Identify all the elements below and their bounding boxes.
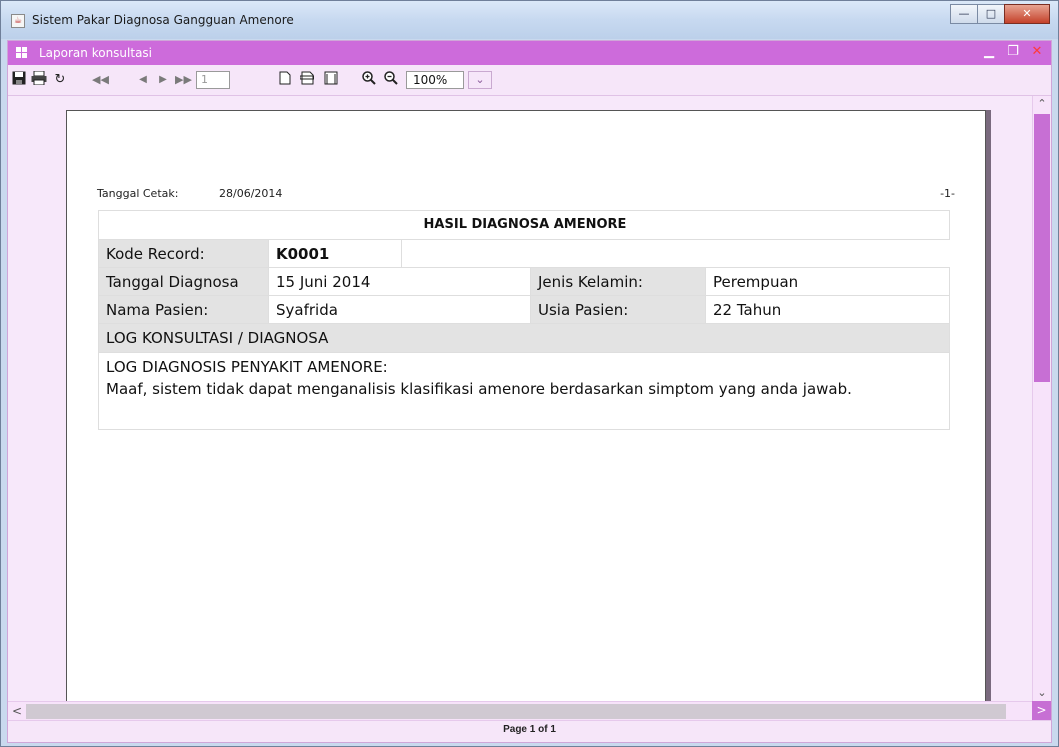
log-line-message: Maaf, sistem tidak dapat menganalisis kl…	[106, 380, 852, 398]
kode-record-row: Kode Record: K0001	[98, 240, 950, 268]
close-button[interactable]: ✕	[1004, 4, 1050, 24]
tanggal-label: Tanggal Diagnosa	[99, 268, 269, 295]
fit-width-icon[interactable]	[322, 71, 340, 89]
jenis-kelamin-value: Perempuan	[713, 273, 799, 291]
report-page: Tanggal Cetak: 28/06/2014 -1- HASIL DIAG…	[66, 110, 986, 701]
frame-restore-icon[interactable]: ❐	[1005, 44, 1021, 59]
nama-pasien-label: Nama Pasien:	[99, 296, 269, 323]
horizontal-scroll-thumb[interactable]	[26, 704, 1006, 719]
vertical-scroll-thumb[interactable]	[1034, 114, 1050, 382]
internal-frame-controls: ▁ ❐ ✕	[981, 44, 1045, 59]
nama-row: Nama Pasien: Syafrida Usia Pasien: 22 Ta…	[98, 296, 950, 324]
usia-pasien-label: Usia Pasien:	[531, 296, 706, 323]
frame-minimize-icon[interactable]: ▁	[981, 44, 997, 59]
window-controls: — □ ✕	[950, 4, 1050, 24]
refresh-icon[interactable]: ↻	[52, 71, 68, 89]
print-icon[interactable]	[30, 70, 48, 89]
log-body-row: LOG DIAGNOSIS PENYAKIT AMENORE: Maaf, si…	[98, 353, 950, 430]
frame-close-icon[interactable]: ✕	[1029, 44, 1045, 59]
window-title: Sistem Pakar Diagnosa Gangguan Amenore	[32, 13, 294, 27]
print-date-label: Tanggal Cetak:	[97, 187, 179, 200]
zoom-out-icon[interactable]	[382, 71, 400, 89]
zoom-field[interactable]: 100%	[406, 71, 464, 89]
windows-icon	[16, 47, 27, 58]
kode-record-value: K0001	[269, 240, 402, 267]
scroll-up-icon[interactable]: ⌃	[1033, 96, 1051, 112]
page-info: Page 1 of 1	[503, 724, 556, 735]
page-marker: -1-	[940, 187, 955, 200]
save-icon[interactable]	[11, 71, 27, 89]
app-window: ☕ Sistem Pakar Diagnosa Gangguan Amenore…	[0, 0, 1059, 747]
report-toolbar: ↻ ◀◀ ◀ ▶ ▶▶ 1 100% ⌄	[8, 65, 1051, 96]
previous-page-icon[interactable]: ◀	[136, 71, 150, 89]
internal-frame-title: Laporan konsultasi	[39, 46, 153, 60]
nama-pasien-value: Syafrida	[269, 296, 531, 323]
last-page-icon[interactable]: ▶▶	[175, 71, 192, 89]
fit-page-icon[interactable]	[298, 71, 316, 89]
report-title: HASIL DIAGNOSA AMENORE	[423, 217, 627, 232]
tanggal-value: 15 Juni 2014	[269, 268, 531, 295]
scroll-right-icon[interactable]: >	[1032, 701, 1051, 720]
scroll-left-icon[interactable]: <	[8, 702, 26, 720]
java-app-icon: ☕	[11, 14, 25, 28]
report-title-row: HASIL DIAGNOSA AMENORE	[98, 210, 950, 240]
next-page-icon[interactable]: ▶	[156, 71, 170, 89]
first-page-icon[interactable]: ◀◀	[92, 71, 109, 89]
print-date-value: 28/06/2014	[219, 187, 283, 200]
vertical-scrollbar[interactable]: ⌃ ⌄	[1032, 96, 1051, 701]
report-viewport[interactable]: Tanggal Cetak: 28/06/2014 -1- HASIL DIAG…	[8, 96, 1032, 701]
report-internal-frame: Laporan konsultasi ▁ ❐ ✕ ↻ ◀◀ ◀ ▶ ▶▶ 1 1…	[7, 40, 1052, 743]
zoom-dropdown-icon[interactable]: ⌄	[468, 71, 492, 89]
window-titlebar[interactable]: ☕ Sistem Pakar Diagnosa Gangguan Amenore…	[1, 1, 1058, 39]
jenis-kelamin-label: Jenis Kelamin:	[531, 268, 706, 295]
actual-size-icon[interactable]	[276, 71, 294, 89]
log-line-title: LOG DIAGNOSIS PENYAKIT AMENORE:	[106, 358, 388, 376]
log-header: LOG KONSULTASI / DIAGNOSA	[106, 329, 329, 347]
horizontal-scrollbar[interactable]: <	[8, 701, 1032, 720]
usia-pasien-value: 22 Tahun	[713, 301, 782, 319]
log-header-row: LOG KONSULTASI / DIAGNOSA	[98, 324, 950, 353]
page-number-field[interactable]: 1	[196, 71, 230, 89]
status-bar: Page 1 of 1	[8, 720, 1051, 742]
internal-frame-titlebar[interactable]: Laporan konsultasi ▁ ❐ ✕	[8, 41, 1051, 65]
scroll-down-icon[interactable]: ⌄	[1033, 685, 1051, 701]
tanggal-row: Tanggal Diagnosa 15 Juni 2014 Jenis Kela…	[98, 268, 950, 296]
zoom-in-icon[interactable]	[360, 71, 378, 89]
maximize-button[interactable]: □	[977, 4, 1005, 24]
kode-record-label: Kode Record:	[99, 240, 269, 267]
minimize-button[interactable]: —	[950, 4, 978, 24]
